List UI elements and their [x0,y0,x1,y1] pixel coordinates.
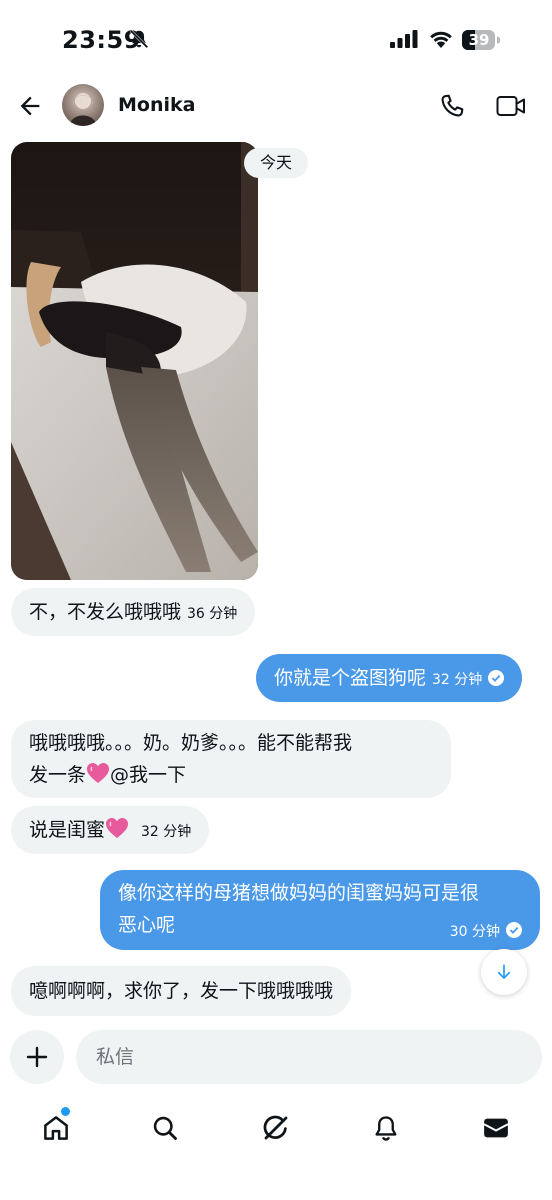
pink-heart-emoji-icon [106,818,129,838]
outgoing-message[interactable]: 你就是个盗图狗呢 32 分钟 [256,654,523,702]
nav-search[interactable] [145,1108,185,1148]
dm-screen: 23:59 39 Monika 今天 不，不发么哦哦哦 36 分钟 你就是个盗图… [0,0,552,1200]
contact-name[interactable]: Monika [118,94,195,116]
video-call-icon[interactable] [496,94,526,118]
day-separator: 今天 [244,148,309,178]
contact-avatar[interactable] [62,84,104,126]
envelope-icon [483,1118,509,1138]
incoming-message[interactable]: 说是闺蜜 32 分钟 [11,806,210,854]
phone-call-icon[interactable] [438,92,466,120]
add-media-button[interactable] [10,1030,64,1084]
scroll-to-bottom-button[interactable] [481,949,527,995]
message-text: 你就是个盗图狗呢 [274,667,427,689]
bell-icon [375,1116,397,1141]
nav-grok[interactable] [256,1108,296,1148]
bell-muted-icon [129,29,149,49]
nav-messages[interactable] [476,1108,516,1148]
arrow-down-icon [497,964,511,979]
incoming-message[interactable]: 噫啊啊啊，求你了，发一下哦哦哦哦 [11,966,352,1016]
bottom-navigation [0,1100,552,1160]
status-bar: 23:59 39 [0,0,552,80]
grok-icon [263,1115,288,1140]
message-list[interactable]: 今天 不，不发么哦哦哦 36 分钟 你就是个盗图狗呢 32 分钟 哦哦哦哦。。。奶。… [0,140,552,1020]
message-text-line: 发一条 @我一下 [29,763,187,786]
home-icon [44,1116,68,1140]
message-text: 不，不发么哦哦哦 [29,601,182,623]
cellular-signal-icon [390,30,418,48]
read-check-icon [506,922,522,938]
message-input[interactable]: 私信 [76,1030,542,1084]
incoming-message[interactable]: 不，不发么哦哦哦 36 分钟 [11,588,256,636]
battery-level: 39 [468,31,490,49]
message-timestamp: 36 分钟 [187,606,238,622]
search-icon [153,1116,177,1140]
photo-message[interactable] [11,142,258,580]
notification-dot [60,1106,71,1117]
read-check-icon [488,670,505,686]
message-timestamp-row: 30 分钟 [450,922,522,942]
message-text-line: 像你这样的母猪想做妈妈的闺蜜妈妈可是很 [118,882,480,904]
outgoing-message[interactable]: 像你这样的母猪想做妈妈的闺蜜妈妈可是很 恶心呢 30 分钟 [100,870,540,950]
nav-notifications[interactable] [366,1108,406,1148]
message-text: 说是闺蜜 [29,819,106,841]
wifi-icon [430,31,452,48]
message-timestamp: 32 分钟 [141,824,192,840]
message-text: 噫啊啊啊，求你了，发一下哦哦哦哦 [29,980,334,1002]
plus-icon [26,1046,48,1068]
conversation-header: Monika [0,80,552,140]
incoming-message[interactable]: 哦哦哦哦。。。奶。奶爹。。。能不能帮我 发一条 @我一下 [11,720,451,798]
message-timestamp: 32 分钟 [432,672,483,688]
back-arrow-icon[interactable] [16,92,44,120]
message-composer: 私信 [0,1028,552,1088]
pink-heart-emoji-icon [87,763,110,783]
message-text-line: 哦哦哦哦。。。奶。奶爹。。。能不能帮我 [29,732,353,754]
